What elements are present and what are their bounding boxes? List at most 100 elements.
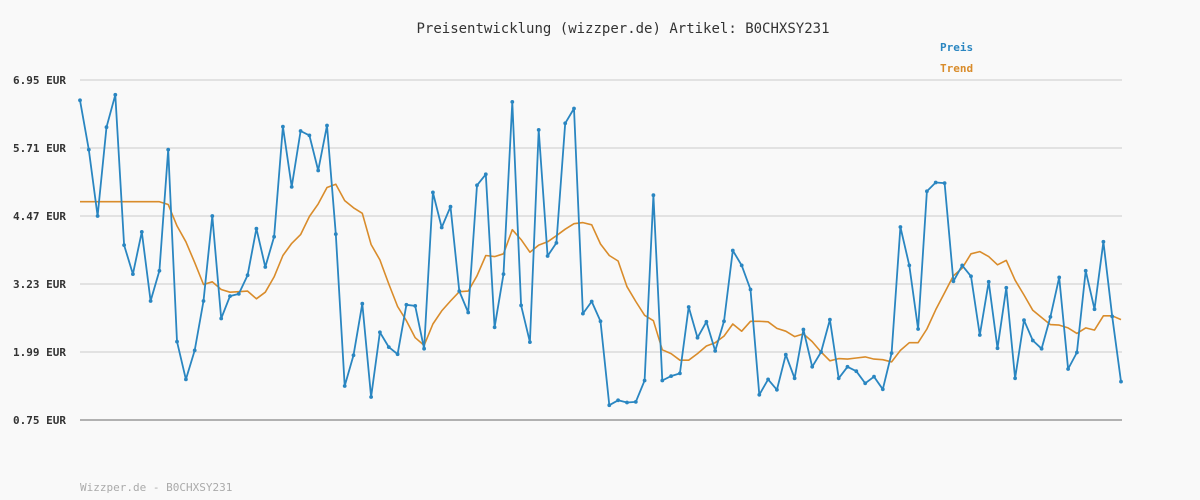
grid xyxy=(80,79,1122,353)
data-point-preis xyxy=(483,172,488,177)
data-point-preis xyxy=(828,317,832,322)
data-point-preis xyxy=(757,392,762,397)
data-point-preis xyxy=(545,254,550,258)
data-point-preis xyxy=(572,106,576,111)
data-point-preis xyxy=(448,204,453,209)
data-point-preis xyxy=(995,346,1000,351)
data-point-preis xyxy=(625,400,629,405)
data-point-preis xyxy=(536,127,541,132)
data-point-preis xyxy=(281,124,285,129)
data-point-preis xyxy=(307,133,312,138)
data-point-preis xyxy=(704,319,709,324)
y-tick-label: 5.71 EUR xyxy=(13,142,66,155)
y-tick-label: 3.23 EUR xyxy=(13,278,66,291)
data-point-preis xyxy=(245,273,250,278)
data-point-preis xyxy=(713,349,718,353)
data-point-preis xyxy=(783,352,788,357)
data-point-preis xyxy=(1101,239,1106,244)
data-point-preis xyxy=(872,374,876,379)
data-point-preis xyxy=(413,304,418,308)
data-point-preis xyxy=(210,214,215,218)
data-point-preis xyxy=(1013,376,1017,381)
data-point-preis xyxy=(184,377,188,382)
data-point-preis xyxy=(386,345,391,349)
data-point-preis xyxy=(766,377,770,382)
data-point-preis xyxy=(157,268,162,273)
data-point-preis xyxy=(378,330,382,335)
data-point-preis xyxy=(272,234,276,239)
data-point-preis xyxy=(960,263,965,268)
data-point-preis xyxy=(686,305,691,309)
data-point-preis xyxy=(263,265,268,269)
series-line-preis xyxy=(79,93,1122,407)
data-point-preis xyxy=(325,123,329,128)
data-point-preis xyxy=(475,183,479,188)
data-point-preis xyxy=(192,348,197,353)
data-point-preis xyxy=(1039,346,1044,351)
data-point-preis xyxy=(422,346,426,351)
data-point-preis xyxy=(166,147,171,152)
data-point-preis xyxy=(660,378,665,383)
data-point-preis xyxy=(942,181,947,186)
data-point-preis xyxy=(986,279,991,284)
y-tick-label: 6.95 EUR xyxy=(13,74,66,87)
data-point-preis xyxy=(404,302,409,307)
data-point-preis xyxy=(113,92,118,97)
data-point-preis xyxy=(219,316,224,321)
data-point-preis xyxy=(122,243,126,248)
data-point-preis xyxy=(1048,315,1053,319)
data-point-preis xyxy=(898,225,903,229)
data-point-preis xyxy=(519,303,523,308)
data-point-preis xyxy=(148,299,153,303)
data-point-preis xyxy=(175,339,179,344)
data-point-preis xyxy=(695,335,700,340)
data-point-preis xyxy=(889,351,894,355)
data-point-preis xyxy=(1083,268,1088,273)
series-line-trend xyxy=(80,183,1122,363)
data-point-preis xyxy=(669,374,673,378)
data-point-preis xyxy=(1110,314,1115,319)
data-point-preis xyxy=(466,310,471,315)
data-point-preis xyxy=(563,121,568,126)
data-point-preis xyxy=(969,274,973,279)
data-point-preis xyxy=(316,168,321,173)
data-point-preis xyxy=(1004,285,1009,290)
data-point-preis xyxy=(642,378,647,383)
data-point-preis xyxy=(439,225,444,230)
data-point-preis xyxy=(863,381,868,386)
data-point-preis xyxy=(1075,350,1079,355)
data-point-preis xyxy=(1057,275,1062,280)
data-point-preis xyxy=(678,371,682,376)
data-point-preis xyxy=(819,350,823,354)
data-point-preis xyxy=(633,400,638,404)
y-axis: 0.75 EUR 1.99 EUR 3.23 EUR 4.47 EUR 5.71 EUR… xyxy=(13,74,66,427)
data-point-preis xyxy=(236,292,241,296)
footer-text: Wizzper.de - B0CHXSY231 xyxy=(80,481,232,494)
data-point-preis xyxy=(977,333,982,337)
data-point-preis xyxy=(1022,318,1026,323)
y-tick-label: 4.47 EUR xyxy=(13,210,66,223)
legend-preis: Preis xyxy=(940,41,973,54)
data-point-preis xyxy=(1092,307,1097,312)
data-point-preis xyxy=(342,384,347,388)
data-point-preis xyxy=(792,376,797,381)
data-point-preis xyxy=(845,364,850,369)
data-point-preis xyxy=(431,190,435,195)
data-point-preis xyxy=(1119,379,1123,384)
data-point-preis xyxy=(139,230,144,234)
data-point-preis xyxy=(395,352,400,357)
data-point-preis xyxy=(289,185,294,189)
chart-title: Preisentwicklung (wizzper.de) Artikel: B… xyxy=(416,21,829,37)
data-point-preis xyxy=(598,319,603,324)
data-point-preis xyxy=(201,299,206,303)
data-point-preis xyxy=(951,279,956,284)
data-point-preis xyxy=(492,325,497,330)
y-tick-label: 0.75 EUR xyxy=(13,414,66,427)
data-point-preis xyxy=(925,189,929,194)
data-point-preis xyxy=(1030,338,1035,343)
data-point-preis xyxy=(722,319,726,324)
data-point-preis xyxy=(854,369,859,374)
data-point-preis xyxy=(730,248,735,253)
data-point-preis xyxy=(369,395,373,399)
data-point-preis xyxy=(104,125,109,130)
